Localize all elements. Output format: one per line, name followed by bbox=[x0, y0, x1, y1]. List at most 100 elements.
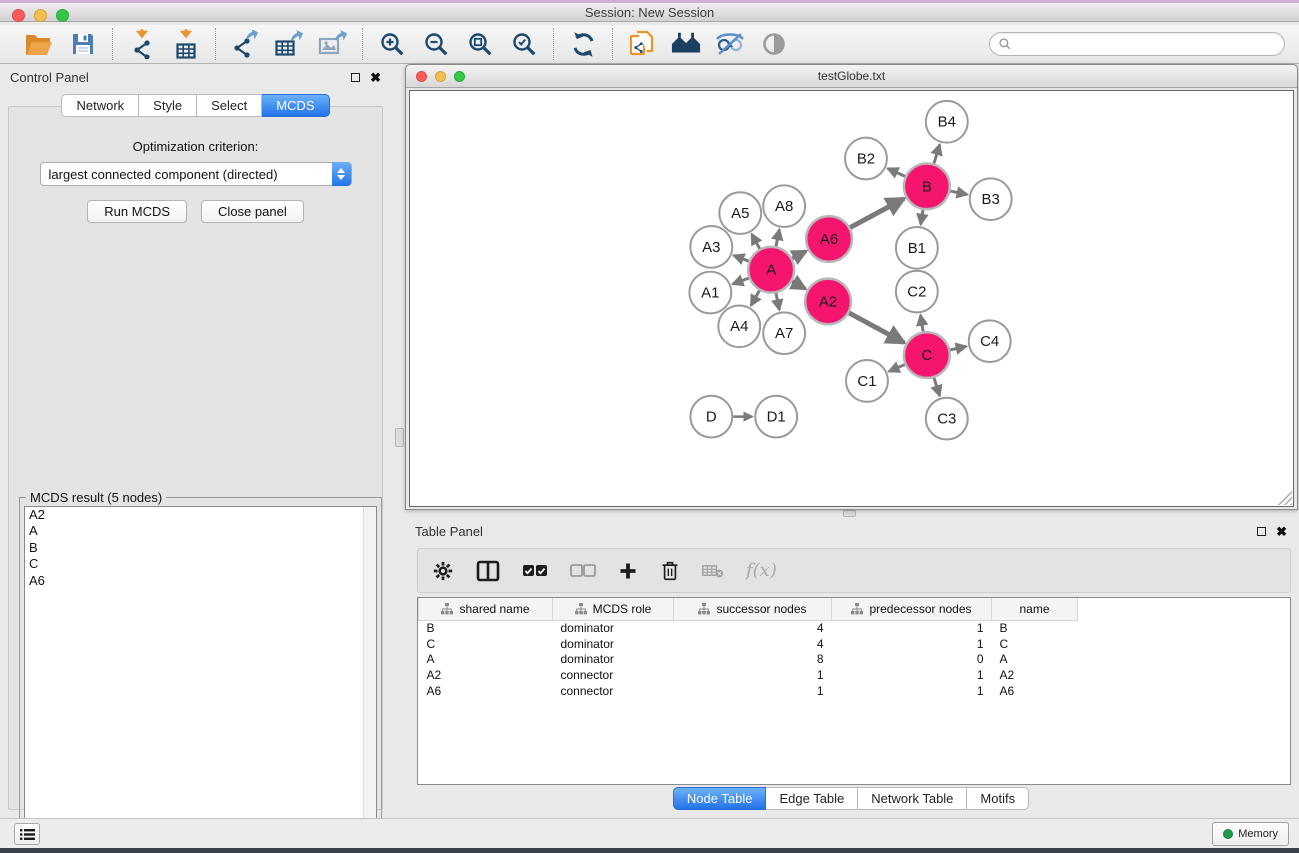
open-file-button[interactable] bbox=[24, 29, 54, 59]
graph-node-A7[interactable]: A7 bbox=[763, 312, 805, 354]
graph-node-A[interactable]: A bbox=[748, 247, 794, 293]
close-panel-button[interactable]: Close panel bbox=[201, 200, 304, 223]
graph-node-C1[interactable]: C1 bbox=[846, 360, 888, 402]
hide-graphics-button[interactable] bbox=[715, 29, 745, 59]
search-input[interactable] bbox=[1012, 37, 1276, 51]
save-session-button[interactable] bbox=[68, 29, 98, 59]
tab-select[interactable]: Select bbox=[197, 94, 262, 117]
tab-network[interactable]: Network bbox=[61, 94, 139, 117]
tab-node-table[interactable]: Node Table bbox=[673, 787, 767, 810]
zoom-out-button[interactable] bbox=[421, 29, 451, 59]
table-cell[interactable]: A bbox=[419, 652, 553, 668]
delete-column-button[interactable] bbox=[660, 560, 680, 582]
home-button[interactable] bbox=[671, 29, 701, 59]
table-cell[interactable]: 8 bbox=[674, 652, 832, 668]
column-header-successor-nodes[interactable]: successor nodes bbox=[674, 598, 832, 620]
column-header-name[interactable]: name bbox=[992, 598, 1078, 620]
graph-node-C4[interactable]: C4 bbox=[969, 320, 1011, 362]
table-cell[interactable]: 1 bbox=[832, 636, 992, 652]
zoom-in-button[interactable] bbox=[377, 29, 407, 59]
zoom-fit-button[interactable] bbox=[465, 29, 495, 59]
graph-node-B1[interactable]: B1 bbox=[896, 227, 938, 269]
graph-node-C[interactable]: C bbox=[904, 332, 950, 378]
graph-node-A1[interactable]: A1 bbox=[689, 272, 731, 314]
table-cell[interactable]: 1 bbox=[832, 667, 992, 683]
table-cell[interactable]: C bbox=[419, 636, 553, 652]
graph-edge-C-C3[interactable] bbox=[934, 378, 940, 396]
graph-edge-A-A7[interactable] bbox=[776, 293, 779, 310]
graph-node-A2[interactable]: A2 bbox=[805, 279, 851, 325]
tab-mcds[interactable]: MCDS bbox=[262, 94, 329, 117]
tab-network-table[interactable]: Network Table bbox=[858, 787, 967, 810]
table-cell[interactable]: B bbox=[992, 620, 1078, 636]
horizontal-splitter-grip[interactable] bbox=[843, 510, 856, 517]
network-canvas[interactable]: B4B2BB3A8A5A6A3B1AA1C2A2A4A7C4CC1C3DD1 bbox=[409, 90, 1294, 507]
table-row[interactable]: A2connector11A2 bbox=[419, 667, 1078, 683]
result-list-item[interactable]: A bbox=[25, 523, 376, 539]
table-cell[interactable]: A2 bbox=[419, 667, 553, 683]
table-settings-button[interactable] bbox=[432, 560, 454, 582]
net-maximize-button[interactable] bbox=[454, 71, 465, 82]
table-cell[interactable]: 0 bbox=[832, 652, 992, 668]
table-cell[interactable]: connector bbox=[553, 683, 674, 699]
deselect-all-rows-button[interactable] bbox=[570, 564, 596, 578]
table-cell[interactable]: 1 bbox=[832, 620, 992, 636]
select-all-rows-button[interactable] bbox=[522, 564, 548, 578]
graph-node-A8[interactable]: A8 bbox=[763, 185, 805, 227]
close-panel-icon[interactable]: ✖ bbox=[370, 71, 381, 84]
table-cell[interactable]: A2 bbox=[992, 667, 1078, 683]
table-cell[interactable]: 4 bbox=[674, 620, 832, 636]
result-list-scrollbar[interactable] bbox=[363, 507, 376, 834]
show-eye-button[interactable] bbox=[759, 29, 789, 59]
result-list-item[interactable]: C bbox=[25, 556, 376, 572]
column-header-predecessor-nodes[interactable]: predecessor nodes bbox=[832, 598, 992, 620]
graph-edge-B-B3[interactable] bbox=[950, 191, 967, 194]
search-box[interactable] bbox=[989, 32, 1285, 56]
minimize-window-button[interactable] bbox=[34, 9, 47, 22]
graph-node-A3[interactable]: A3 bbox=[690, 226, 732, 268]
import-network-button[interactable] bbox=[127, 29, 157, 59]
table-cell[interactable]: dominator bbox=[553, 636, 674, 652]
export-image-button[interactable] bbox=[318, 29, 348, 59]
clone-network-button[interactable] bbox=[627, 29, 657, 59]
vertical-splitter-grip[interactable] bbox=[395, 428, 404, 447]
table-row[interactable]: Adominator80A bbox=[419, 652, 1078, 668]
graph-node-B2[interactable]: B2 bbox=[845, 138, 887, 180]
table-cell[interactable]: dominator bbox=[553, 620, 674, 636]
add-column-button[interactable] bbox=[618, 561, 638, 581]
graph-edge-A6-B[interactable] bbox=[850, 199, 904, 228]
float-panel-icon[interactable] bbox=[351, 73, 360, 82]
column-header-shared-name[interactable]: shared name bbox=[419, 598, 553, 620]
table-cell[interactable]: C bbox=[992, 636, 1078, 652]
graph-node-D1[interactable]: D1 bbox=[755, 396, 797, 438]
graph-edge-B-B1[interactable] bbox=[921, 210, 923, 225]
function-builder-button[interactable]: f(x) bbox=[746, 560, 777, 581]
tab-edge-table[interactable]: Edge Table bbox=[766, 787, 858, 810]
close-table-panel-icon[interactable]: ✖ bbox=[1276, 525, 1287, 538]
graph-edge-C-C1[interactable] bbox=[889, 365, 905, 372]
close-window-button[interactable] bbox=[12, 9, 25, 22]
graph-node-A5[interactable]: A5 bbox=[719, 192, 761, 234]
graph-node-C3[interactable]: C3 bbox=[926, 398, 968, 440]
graph-edge-A2-C[interactable] bbox=[849, 313, 904, 343]
table-cell[interactable]: A6 bbox=[419, 683, 553, 699]
graph-edge-A-A3[interactable] bbox=[734, 255, 749, 261]
graph-edge-A-A6[interactable] bbox=[792, 251, 806, 258]
column-header-MCDS-role[interactable]: MCDS role bbox=[553, 598, 674, 620]
memory-button[interactable]: Memory bbox=[1212, 822, 1289, 846]
task-history-button[interactable] bbox=[14, 823, 40, 845]
table-cell[interactable]: A6 bbox=[992, 683, 1078, 699]
graph-edge-B-B4[interactable] bbox=[934, 145, 940, 164]
tab-motifs[interactable]: Motifs bbox=[967, 787, 1029, 810]
graph-edge-A-A4[interactable] bbox=[751, 290, 759, 305]
float-table-panel-icon[interactable] bbox=[1257, 527, 1266, 536]
table-cell[interactable]: connector bbox=[553, 667, 674, 683]
graph-node-B[interactable]: B bbox=[904, 163, 950, 209]
result-list-item[interactable]: B bbox=[25, 540, 376, 556]
graph-node-C2[interactable]: C2 bbox=[896, 271, 938, 313]
table-row[interactable]: Cdominator41C bbox=[419, 636, 1078, 652]
table-row[interactable]: A6connector11A6 bbox=[419, 683, 1078, 699]
graph-edge-B-B2[interactable] bbox=[888, 168, 905, 176]
graph-edge-A-A2[interactable] bbox=[792, 281, 805, 288]
result-list-item[interactable]: A2 bbox=[25, 507, 376, 523]
